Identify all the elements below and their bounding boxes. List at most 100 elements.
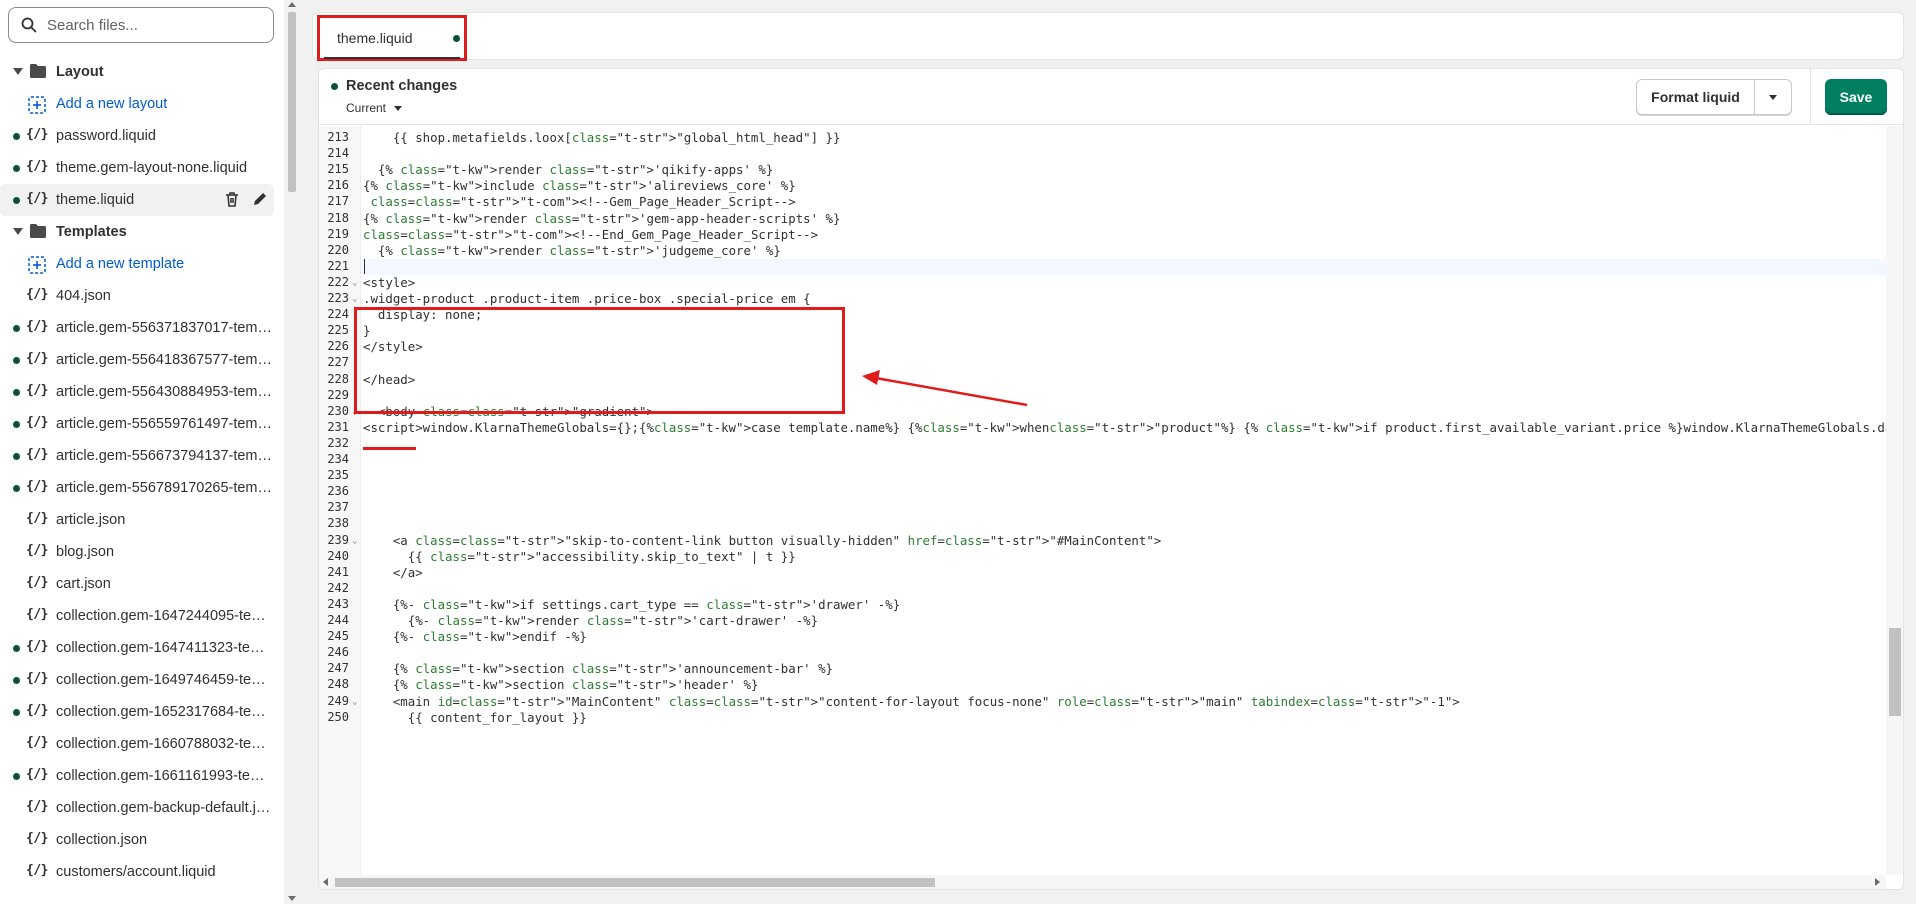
add-file-row[interactable]: Add a new template [0, 248, 284, 280]
line-number: 222 [327, 274, 349, 289]
code-line: {% class="t-kw">render class="t-str">'qi… [363, 162, 774, 178]
search-box[interactable] [8, 7, 274, 43]
scroll-down-icon[interactable] [288, 896, 296, 901]
line-number: 238 [327, 516, 349, 531]
fold-chevron-icon[interactable]: ⌄ [352, 294, 357, 304]
code-line: {{ shop.metafields.loox[class="t-str">"g… [363, 130, 841, 145]
code-line: {% class="t-kw">include class="t-str">'a… [363, 178, 796, 194]
tab-bar: theme.liquid [312, 12, 1904, 61]
file-row[interactable]: {/} collection.gem-1652317684-tem... [0, 696, 284, 728]
folder-row[interactable]: Layout [0, 56, 284, 88]
chevron-down-icon [1769, 95, 1777, 100]
file-row[interactable]: {/} collection.gem-1647244095-tem... [0, 600, 284, 632]
file-row[interactable]: {/} collection.gem-1660788032-tem... [0, 728, 284, 760]
line-number: 229 [327, 387, 349, 402]
file-row[interactable]: {/} collection.gem-1649746459-tem... [0, 664, 284, 696]
recent-changes-dot-icon [331, 83, 338, 90]
modified-dot-icon [13, 357, 20, 364]
scroll-up-icon[interactable] [288, 2, 296, 7]
save-button[interactable]: Save [1825, 79, 1887, 115]
file-row[interactable]: {/} blog.json [0, 536, 284, 568]
file-tree: Layout Add a new layout {/} password.liquid… [0, 56, 284, 888]
tree-item-label: Templates [56, 224, 127, 240]
file-row[interactable]: {/} customers/account.liquid [0, 856, 284, 888]
sidebar-scroll-thumb[interactable] [288, 12, 296, 192]
tree-item-label: theme.liquid [56, 192, 135, 208]
line-number: 225 [327, 323, 349, 338]
line-number: 249 [327, 693, 349, 708]
tree-item-label: article.json [56, 512, 126, 528]
code-file-icon: {/} [26, 319, 48, 334]
file-row[interactable]: {/} 404.json [0, 280, 284, 312]
code-line: <a class=class="t-str">"skip-to-content-… [363, 532, 1162, 548]
line-number: 224 [327, 307, 349, 322]
add-file-row[interactable]: Add a new layout [0, 88, 284, 120]
modified-dot-icon [13, 389, 20, 396]
file-row[interactable]: {/} theme.liquid [0, 184, 274, 216]
fold-chevron-icon[interactable]: ⌄ [352, 536, 357, 546]
file-row[interactable]: {/} article.gem-556371837017-templ... [0, 312, 284, 344]
scroll-left-icon[interactable] [323, 878, 328, 886]
line-number: 214 [327, 146, 349, 161]
format-options-dropdown[interactable] [1755, 80, 1791, 114]
annotation-highlight-box [354, 307, 845, 414]
file-row[interactable]: {/} theme.gem-layout-none.liquid [0, 152, 284, 184]
code-file-icon: {/} [26, 287, 48, 302]
version-select[interactable]: Current [346, 101, 403, 115]
version-select-value: Current [346, 101, 387, 115]
sidebar-scrollbar[interactable] [284, 0, 300, 904]
line-number: 215 [327, 162, 349, 177]
caret-down-icon[interactable] [13, 68, 23, 75]
modified-dot-icon [13, 453, 20, 460]
file-row[interactable]: {/} article.gem-556559761497-templ... [0, 408, 284, 440]
file-row[interactable]: {/} article.gem-556418367577-templ... [0, 344, 284, 376]
tree-item-label: collection.gem-1661161993-tem... [56, 768, 274, 784]
add-file-icon [28, 96, 46, 114]
file-row[interactable]: {/} collection.gem-backup-default.json [0, 792, 284, 824]
search-icon [21, 17, 37, 33]
modified-dot-icon [13, 677, 20, 684]
code-line: {% class="t-kw">section class="t-str">'h… [363, 677, 759, 693]
tree-item-label: collection.gem-1649746459-tem... [56, 672, 274, 688]
code-file-icon: {/} [26, 703, 48, 718]
code-line: {%- class="t-kw">if settings.cart_type =… [363, 596, 901, 612]
horizontal-scroll-thumb[interactable] [335, 878, 935, 887]
editor-vertical-scrollbar[interactable] [1886, 126, 1903, 875]
search-input[interactable] [47, 16, 257, 34]
folder-row[interactable]: Templates [0, 216, 284, 248]
file-row[interactable]: {/} article.gem-556789170265-templ... [0, 472, 284, 504]
tree-item-label: cart.json [56, 576, 111, 592]
file-row[interactable]: {/} cart.json [0, 568, 284, 600]
tree-item-label: blog.json [56, 544, 115, 560]
file-row[interactable]: {/} collection.gem-1661161993-tem... [0, 760, 284, 792]
caret-down-icon[interactable] [13, 228, 23, 235]
code-area[interactable]: 213 {{ shop.metafields.loox[class="t-str… [319, 126, 1886, 875]
code-file-icon: {/} [26, 351, 48, 366]
line-number: 226 [327, 339, 349, 354]
pencil-icon[interactable] [252, 191, 268, 207]
file-row[interactable]: {/} article.json [0, 504, 284, 536]
format-liquid-button[interactable]: Format liquid [1637, 80, 1755, 114]
line-number: 223 [327, 291, 349, 305]
tree-item-label: article.gem-556559761497-templ... [56, 416, 274, 432]
file-row[interactable]: {/} article.gem-556673794137-templ... [0, 440, 284, 472]
vertical-scroll-thumb[interactable] [1889, 628, 1901, 716]
line-number: 250 [327, 709, 349, 724]
tree-item-label: customers/account.liquid [56, 864, 216, 880]
fold-chevron-icon[interactable]: ⌄ [352, 278, 357, 288]
trash-icon[interactable] [224, 191, 240, 207]
line-number: 227 [327, 355, 349, 370]
file-row[interactable]: {/} collection.gem-1647411323-tem... [0, 632, 284, 664]
tab-theme-liquid[interactable]: theme.liquid [317, 15, 467, 61]
file-row[interactable]: {/} collection.json [0, 824, 284, 856]
file-row[interactable]: {/} article.gem-556430884953-templ... [0, 376, 284, 408]
line-number: 246 [327, 645, 349, 660]
file-row[interactable]: {/} password.liquid [0, 120, 284, 152]
code-file-icon: {/} [26, 863, 48, 878]
recent-changes-label: Recent changes [346, 78, 458, 94]
editor-horizontal-scrollbar[interactable] [319, 875, 1886, 889]
modified-dot-icon [13, 773, 20, 780]
scroll-right-icon[interactable] [1875, 878, 1880, 886]
fold-chevron-icon[interactable]: ⌄ [352, 697, 357, 707]
file-actions [224, 191, 268, 207]
